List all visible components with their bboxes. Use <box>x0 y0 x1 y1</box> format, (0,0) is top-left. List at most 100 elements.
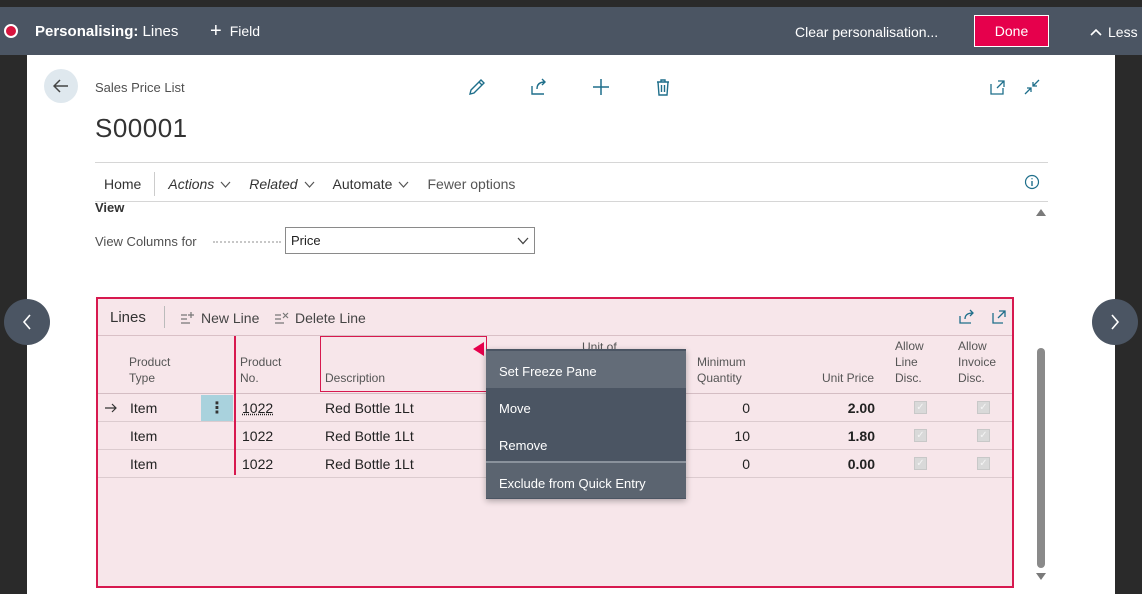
checkbox-allow-line-disc[interactable]: ✓ <box>914 457 927 470</box>
new-line-button[interactable]: New Line <box>180 310 259 326</box>
cell-product-no[interactable]: 1022 <box>242 456 273 472</box>
cell-product-no[interactable]: 1022 <box>242 428 273 444</box>
action-actions-label: Actions <box>168 176 215 192</box>
cell-product-type[interactable]: Item <box>130 456 157 472</box>
action-related[interactable]: Related <box>240 176 323 192</box>
column-header-allow-invoice-disc[interactable]: Allow Invoice Disc. <box>958 338 996 386</box>
delete-line-label: Delete Line <box>295 310 366 326</box>
cell-product-type[interactable]: Item <box>130 400 157 416</box>
personalisation-title: Personalising: Lines <box>35 23 179 40</box>
chevron-down-icon <box>304 181 314 188</box>
page-title: S00001 <box>95 113 188 143</box>
cell-minimum-quantity[interactable]: 0 <box>708 456 750 472</box>
cell-description[interactable]: Red Bottle 1Lt <box>325 400 414 416</box>
lines-header: Lines New Line Delete Line <box>98 299 1012 335</box>
new-plus-icon[interactable] <box>591 77 611 97</box>
divider <box>164 306 165 328</box>
cell-unit-price[interactable]: 1.80 <box>818 428 875 444</box>
column-header-product-type[interactable]: Product Type <box>129 354 170 386</box>
collapse-icon[interactable] <box>1023 78 1041 96</box>
view-columns-label: View Columns for <box>95 234 197 249</box>
less-button[interactable]: Less <box>1090 24 1138 40</box>
clear-personalisation-button[interactable]: Clear personalisation... <box>795 24 938 40</box>
new-line-label: New Line <box>201 310 260 326</box>
action-fewer-options[interactable]: Fewer options <box>418 176 524 192</box>
checkbox-allow-invoice-disc[interactable]: ✓ <box>977 457 990 470</box>
cell-description[interactable]: Red Bottle 1Lt <box>325 456 414 472</box>
view-columns-select[interactable]: Price <box>285 227 535 254</box>
view-section-label: View <box>95 200 125 215</box>
arrow-left-icon <box>53 79 68 93</box>
cell-description[interactable]: Red Bottle 1Lt <box>325 428 414 444</box>
column-header-unit-price[interactable]: Unit Price <box>822 370 874 386</box>
cell-minimum-quantity[interactable]: 0 <box>708 400 750 416</box>
lines-title: Lines <box>110 309 146 326</box>
cell-minimum-quantity[interactable]: 10 <box>708 428 750 444</box>
action-home-label: Home <box>104 176 142 192</box>
delete-line-button[interactable]: Delete Line <box>274 310 366 326</box>
freeze-pane-line[interactable] <box>234 336 236 475</box>
selected-column-outline <box>320 336 487 392</box>
page-toolbar <box>467 77 673 97</box>
cell-unit-price[interactable]: 2.00 <box>818 400 875 416</box>
share-icon[interactable] <box>958 309 975 328</box>
action-actions[interactable]: Actions <box>159 176 240 192</box>
record-indicator-icon <box>4 24 18 38</box>
menu-item-move[interactable]: Move <box>486 388 686 425</box>
page-card: Sales Price List S00001 Home Actions Rel… <box>27 55 1115 594</box>
column-header-minimum-quantity[interactable]: Minimum Quantity <box>697 354 746 386</box>
scroll-up-arrow[interactable] <box>1036 209 1046 216</box>
scroll-down-arrow[interactable] <box>1036 573 1046 580</box>
chevron-down-icon <box>517 237 529 244</box>
chevron-down-icon <box>220 181 231 188</box>
share-icon[interactable] <box>529 77 549 97</box>
checkbox-allow-invoice-disc[interactable]: ✓ <box>977 429 990 442</box>
cell-unit-price[interactable]: 0.00 <box>818 456 875 472</box>
action-fewer-options-label: Fewer options <box>427 176 516 192</box>
checkbox-allow-invoice-disc[interactable]: ✓ <box>977 401 990 414</box>
menu-item-set-freeze-pane[interactable]: Set Freeze Pane <box>486 351 686 388</box>
chevron-up-icon <box>1090 28 1102 36</box>
personalisation-bar: Personalising: Lines + Field Clear perso… <box>0 7 1142 55</box>
checkbox-allow-line-disc[interactable]: ✓ <box>914 401 927 414</box>
field-leader-dots <box>213 241 281 243</box>
breadcrumb: Sales Price List <box>95 80 185 95</box>
expand-icon[interactable] <box>991 309 1007 328</box>
add-field-label: Field <box>229 23 261 39</box>
back-button[interactable] <box>44 69 78 103</box>
checkbox-allow-line-disc[interactable]: ✓ <box>914 429 927 442</box>
column-header-allow-line-disc[interactable]: Allow Line Disc. <box>895 338 924 386</box>
next-record-button[interactable] <box>1092 299 1138 345</box>
less-label: Less <box>1108 24 1138 40</box>
open-new-window-icon[interactable] <box>989 78 1007 96</box>
action-related-label: Related <box>249 176 298 192</box>
add-field-button[interactable]: + Field <box>210 20 261 42</box>
edit-pencil-icon[interactable] <box>467 77 487 97</box>
divider <box>154 172 156 196</box>
info-icon[interactable] <box>1024 174 1040 193</box>
column-context-menu: Set Freeze Pane Move Remove Exclude from… <box>486 349 686 499</box>
row-actions-button[interactable]: ⋮ <box>201 395 233 421</box>
plus-icon: + <box>210 20 222 42</box>
done-button[interactable]: Done <box>974 15 1049 47</box>
chevron-down-icon <box>399 181 409 188</box>
action-automate[interactable]: Automate <box>324 176 419 192</box>
action-home[interactable]: Home <box>95 176 150 192</box>
menu-item-exclude-quick-entry[interactable]: Exclude from Quick Entry <box>486 461 686 498</box>
delete-trash-icon[interactable] <box>653 77 673 97</box>
vertical-scrollbar-thumb[interactable] <box>1037 348 1045 568</box>
previous-record-button[interactable] <box>4 299 50 345</box>
delete-line-icon <box>275 312 289 324</box>
column-options-marker-icon[interactable] <box>473 342 484 356</box>
view-columns-value: Price <box>291 233 321 248</box>
cell-product-type[interactable]: Item <box>130 428 157 444</box>
action-automate-label: Automate <box>332 176 393 192</box>
column-header-product-no[interactable]: Product No. <box>240 354 281 386</box>
action-bar: Home Actions Related Automate Fewer opti… <box>95 169 1048 199</box>
menu-item-remove[interactable]: Remove <box>486 425 686 462</box>
chevron-left-icon <box>22 314 31 330</box>
chevron-right-icon <box>1111 314 1120 330</box>
cell-product-no[interactable]: 1022 <box>242 400 273 416</box>
current-row-arrow-icon <box>105 403 117 413</box>
divider <box>95 201 1048 202</box>
